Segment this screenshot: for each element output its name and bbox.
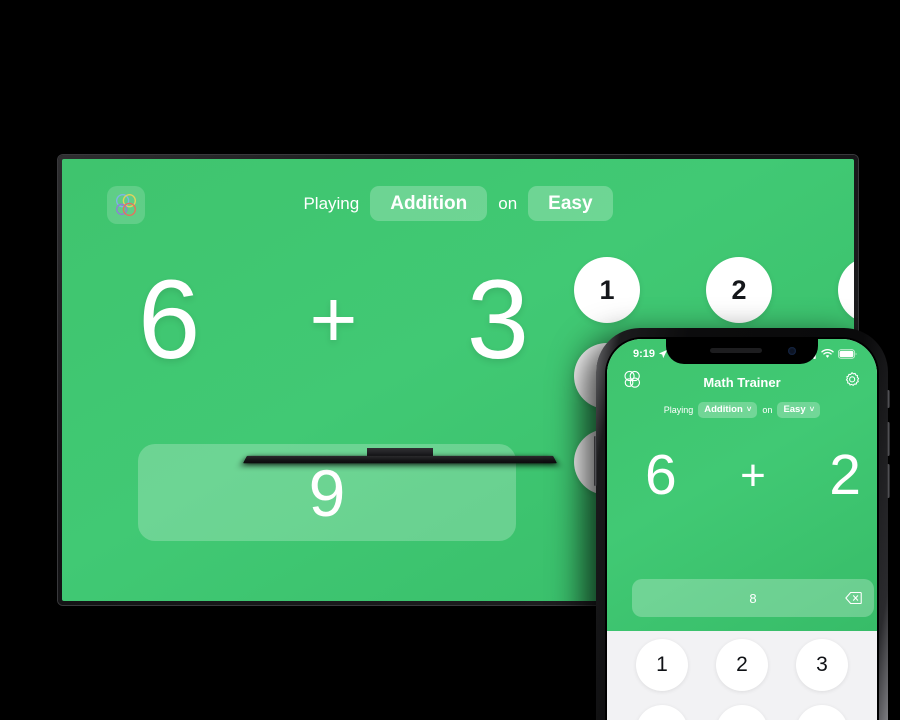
phone-on-label: on: [762, 404, 773, 415]
phone-left-operand: 6: [645, 443, 677, 507]
battery-icon: [838, 349, 857, 359]
tv-operation-pill[interactable]: Addition: [370, 186, 488, 221]
tv-playing-label: Playing: [303, 193, 360, 213]
tv-right-operand: 3: [466, 257, 529, 382]
phone-operation-value: Addition: [704, 404, 743, 415]
status-time: 9:19: [633, 348, 656, 360]
phone-power-button[interactable]: [594, 436, 597, 486]
tv-mode-row: Playing Addition on Easy: [62, 186, 854, 221]
phone-key[interactable]: 2: [716, 639, 768, 691]
scene: Playing Addition on Easy 6 + 3 9 1 2 9:1…: [0, 0, 900, 720]
phone-difficulty-value: Easy: [783, 404, 806, 415]
phone-volume-up-button[interactable]: [887, 422, 890, 456]
phone-nav-bar: Math Trainer: [607, 369, 877, 395]
phone-frame: 9:19 Math Trainer Playing Addition ˅ on …: [594, 328, 890, 720]
tv-answer-value: 9: [308, 455, 346, 530]
phone-playing-label: Playing: [663, 404, 694, 415]
front-camera-icon: [788, 347, 796, 355]
phone-delete-button[interactable]: [845, 591, 862, 605]
tv-stand-neck: [367, 448, 433, 456]
phone-device: 9:19 Math Trainer Playing Addition ˅ on …: [594, 328, 890, 720]
phone-keypad: 1 2 3 4 5 6: [607, 639, 877, 720]
phone-answer-value: 8: [749, 590, 757, 606]
tv-equation: 6 + 3: [138, 257, 529, 382]
phone-key[interactable]: 1: [636, 639, 688, 691]
phone-difficulty-dropdown[interactable]: Easy ˅: [777, 402, 821, 418]
phone-right-operand: 2: [829, 443, 861, 507]
tv-difficulty-pill[interactable]: Easy: [528, 186, 613, 221]
tv-on-label: on: [498, 193, 518, 213]
phone-notch: [666, 339, 818, 364]
phone-operator: +: [740, 450, 766, 500]
phone-silent-switch[interactable]: [887, 390, 890, 408]
chevron-down-icon: ˅: [746, 404, 752, 414]
tv-key[interactable]: 3: [838, 257, 854, 323]
phone-key[interactable]: 6: [796, 705, 848, 720]
tv-operator: +: [309, 274, 358, 365]
earpiece-speaker-icon: [710, 348, 762, 353]
chevron-down-icon: ˅: [809, 404, 815, 414]
phone-equation: 6 + 2: [645, 447, 861, 504]
wifi-icon: [821, 349, 834, 358]
phone-volume-down-button[interactable]: [887, 464, 890, 498]
phone-inner: 9:19 Math Trainer Playing Addition ˅ on …: [605, 337, 879, 720]
tv-left-operand: 6: [138, 257, 200, 382]
tv-stand: [243, 448, 557, 466]
phone-page-title: Math Trainer: [703, 374, 781, 390]
phone-operation-dropdown[interactable]: Addition ˅: [698, 402, 758, 418]
tv-stand-bar: [243, 455, 557, 464]
phone-key[interactable]: 5: [716, 705, 768, 720]
phone-answer-field[interactable]: 8: [632, 579, 874, 617]
phone-key[interactable]: 4: [636, 705, 688, 720]
tv-key[interactable]: 1: [574, 257, 640, 323]
tv-key[interactable]: 2: [706, 257, 772, 323]
phone-screen: 9:19 Math Trainer Playing Addition ˅ on …: [607, 339, 877, 720]
phone-mode-row: Playing Addition ˅ on Easy ˅: [607, 402, 877, 418]
phone-key[interactable]: 3: [796, 639, 848, 691]
backspace-delete-icon: [845, 591, 862, 605]
